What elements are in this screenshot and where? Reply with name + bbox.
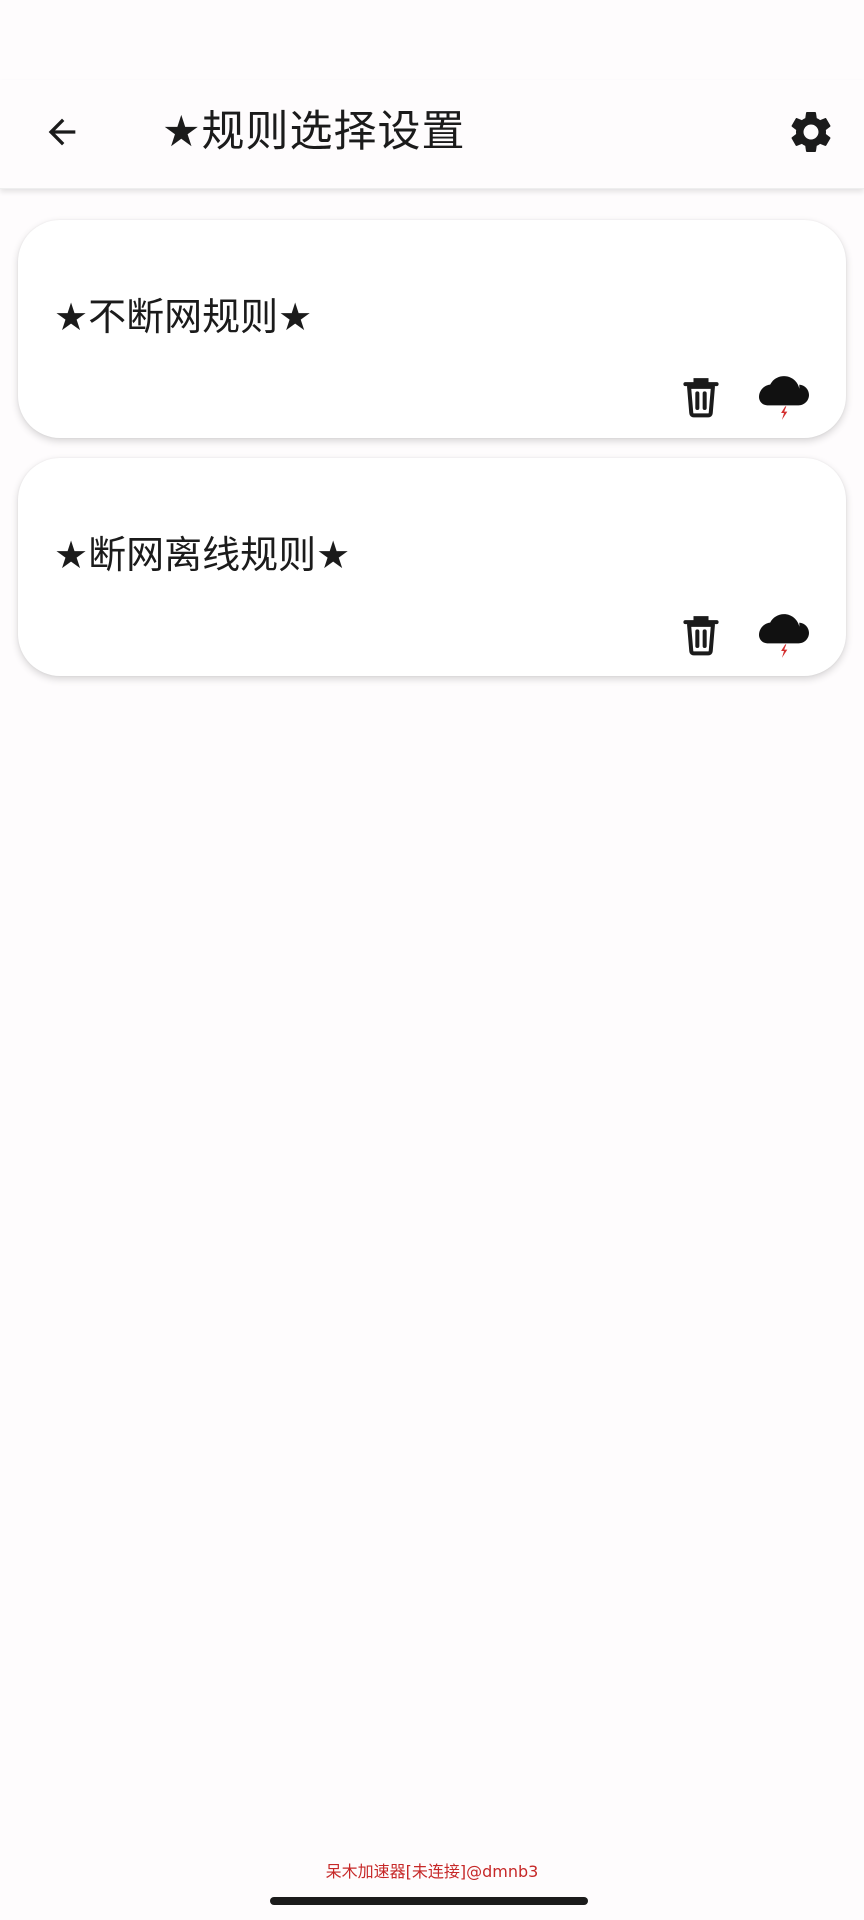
cloud-upload-button[interactable] (752, 368, 816, 426)
delete-rule-button[interactable] (672, 368, 730, 426)
cloud-upload-icon (759, 614, 809, 658)
page-title: ★规则选择设置 (162, 107, 466, 157)
arrow-left-icon (48, 118, 76, 146)
trash-icon (683, 378, 719, 418)
rule-name: ★断网离线规则★ (54, 533, 351, 577)
settings-button[interactable] (779, 100, 843, 164)
status-bar (0, 0, 864, 80)
rule-name: ★不断网规则★ (54, 295, 313, 339)
cloud-upload-icon (759, 376, 809, 420)
rule-card[interactable]: ★不断网规则★ (18, 220, 846, 438)
trash-icon (683, 616, 719, 656)
gear-icon (791, 112, 831, 152)
app-bar: ★规则选择设置 (0, 80, 864, 189)
cloud-upload-button[interactable] (752, 606, 816, 664)
delete-rule-button[interactable] (672, 606, 730, 664)
rule-card[interactable]: ★断网离线规则★ (18, 458, 846, 676)
home-indicator[interactable] (270, 1897, 588, 1905)
footer-status-text: 呆木加速器[未连接]@dmnb3 (325, 1862, 539, 1881)
back-button[interactable] (32, 102, 92, 162)
